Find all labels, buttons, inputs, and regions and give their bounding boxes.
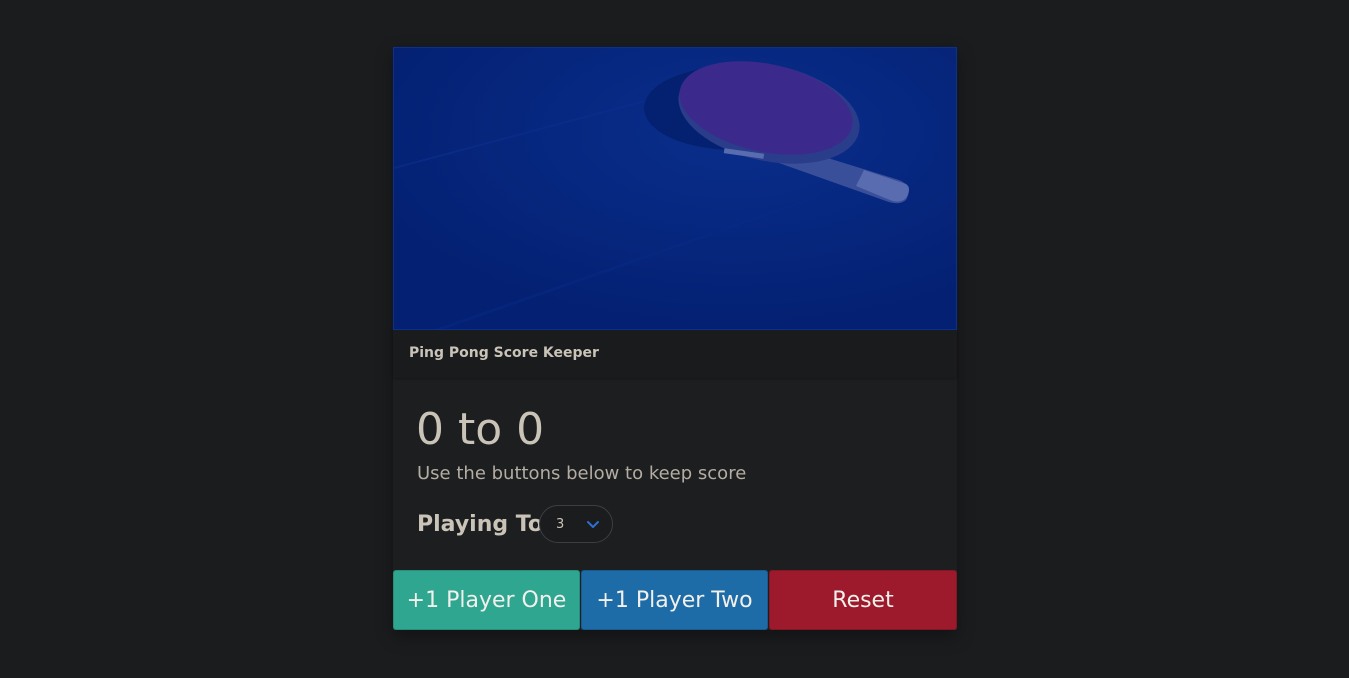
player-one-button[interactable]: +1 Player One: [393, 570, 580, 630]
player-two-button[interactable]: +1 Player Two: [581, 570, 768, 630]
card-header: Ping Pong Score Keeper: [393, 330, 957, 378]
card-title: Ping Pong Score Keeper: [409, 345, 599, 361]
playing-to-label: Playing To: [417, 512, 543, 537]
score-keeper-card: Ping Pong Score Keeper 0 to 0 Use the bu…: [393, 47, 957, 630]
ping-pong-paddle-icon: [394, 48, 956, 329]
score-display: 0 to 0: [416, 404, 545, 455]
chevron-down-icon: [587, 521, 599, 528]
playing-to-value: 3: [556, 517, 565, 532]
reset-button[interactable]: Reset: [769, 570, 957, 630]
score-subtitle: Use the buttons below to keep score: [417, 463, 747, 484]
playing-to-select[interactable]: 3: [539, 505, 613, 543]
hero-image: [393, 47, 957, 330]
